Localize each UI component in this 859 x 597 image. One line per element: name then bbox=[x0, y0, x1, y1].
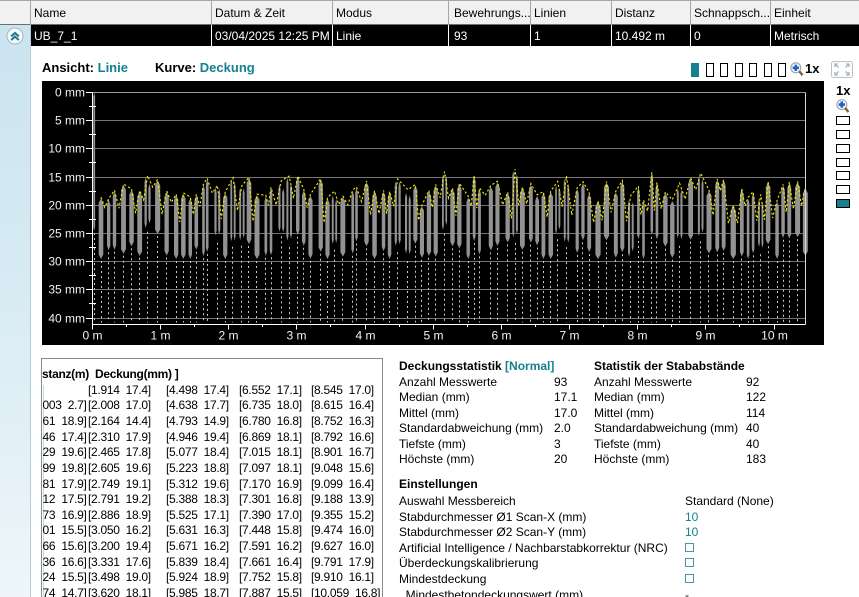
svg-text:25 mm: 25 mm bbox=[48, 227, 85, 241]
svg-text:1 m: 1 m bbox=[150, 329, 170, 343]
svg-text:0 mm: 0 mm bbox=[55, 86, 85, 100]
svg-text:30 mm: 30 mm bbox=[48, 255, 85, 269]
svg-text:10 m: 10 m bbox=[761, 329, 788, 343]
svg-text:5 m: 5 m bbox=[423, 329, 443, 343]
svg-text:35 mm: 35 mm bbox=[48, 283, 85, 297]
svg-text:0 m: 0 m bbox=[82, 329, 102, 343]
svg-text:40 mm: 40 mm bbox=[48, 312, 85, 326]
svg-text:2 m: 2 m bbox=[218, 329, 238, 343]
svg-text:6 m: 6 m bbox=[491, 329, 511, 343]
svg-text:9 m: 9 m bbox=[695, 329, 715, 343]
svg-text:7 m: 7 m bbox=[559, 329, 579, 343]
svg-text:4 m: 4 m bbox=[355, 329, 375, 343]
svg-text:3 m: 3 m bbox=[286, 329, 306, 343]
svg-text:8 m: 8 m bbox=[627, 329, 647, 343]
svg-text:20 mm: 20 mm bbox=[48, 199, 85, 213]
svg-text:5 mm: 5 mm bbox=[55, 114, 85, 128]
svg-text:15 mm: 15 mm bbox=[48, 171, 85, 185]
svg-text:10 mm: 10 mm bbox=[48, 142, 85, 156]
